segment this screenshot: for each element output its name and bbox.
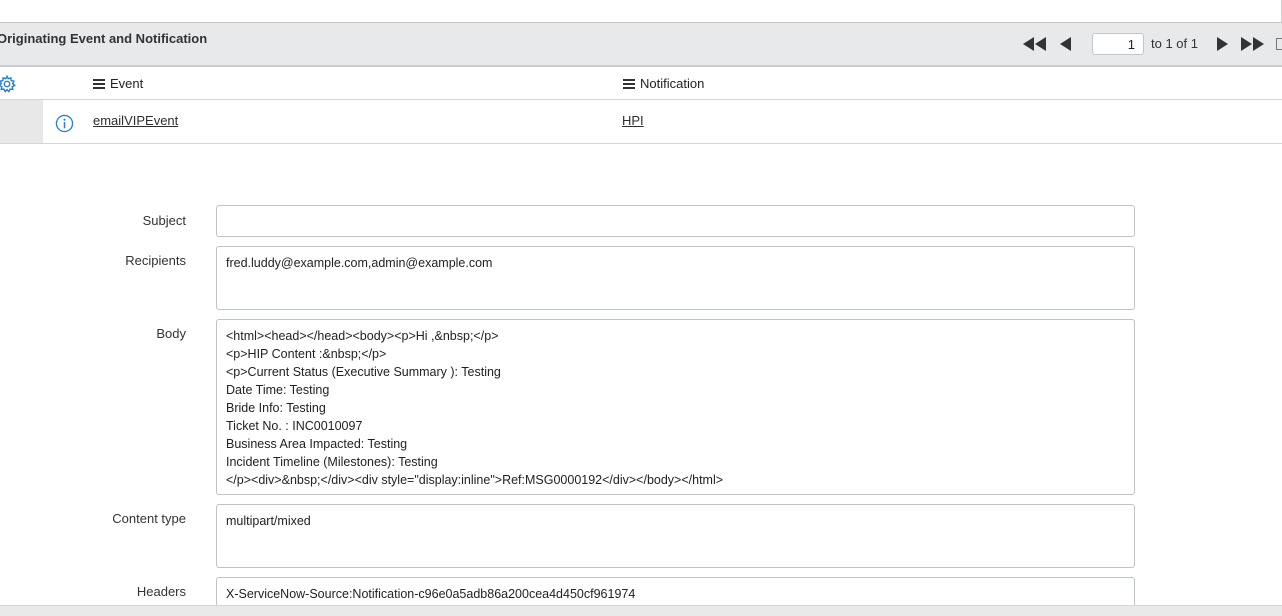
related-list-title: Originating Event and Notification bbox=[0, 31, 208, 46]
content-type-field[interactable]: multipart/mixed bbox=[216, 504, 1135, 568]
notification-link[interactable]: HPI bbox=[622, 113, 644, 128]
info-icon[interactable] bbox=[55, 114, 74, 133]
gear-icon[interactable] bbox=[0, 75, 16, 93]
list-column-header: Event Notification bbox=[0, 67, 1282, 100]
event-link[interactable]: emailVIPEvent bbox=[93, 113, 178, 128]
horizontal-scrollbar[interactable] bbox=[0, 605, 1282, 616]
body-label: Body bbox=[156, 326, 186, 341]
next-page-icon[interactable] bbox=[1216, 37, 1228, 51]
page-number-input[interactable] bbox=[1092, 33, 1144, 55]
subject-field[interactable] bbox=[216, 205, 1135, 237]
column-header-notification[interactable]: Notification bbox=[623, 76, 704, 91]
column-label-notification: Notification bbox=[640, 76, 705, 91]
body-field[interactable]: <html><head></head><body><p>Hi ,&nbsp;</… bbox=[216, 319, 1135, 495]
recipients-field[interactable]: fred.luddy@example.com,admin@example.com bbox=[216, 246, 1135, 310]
top-toolbar-strip bbox=[0, 0, 1282, 23]
row-select-cell[interactable] bbox=[0, 100, 43, 143]
hamburger-icon[interactable] bbox=[623, 78, 635, 89]
column-header-event[interactable]: Event bbox=[93, 76, 143, 91]
subject-label: Subject bbox=[142, 213, 186, 228]
column-label-event: Event bbox=[110, 76, 144, 91]
headers-label: Headers bbox=[136, 584, 186, 599]
related-list-header: Originating Event and Notification to 1 … bbox=[0, 23, 1282, 67]
first-page-icon[interactable] bbox=[1023, 37, 1047, 51]
page-range-text: to 1 of 1 bbox=[1151, 36, 1198, 51]
list-options-icon[interactable] bbox=[1276, 38, 1282, 50]
recipients-label: Recipients bbox=[125, 253, 186, 268]
hamburger-icon[interactable] bbox=[93, 78, 105, 89]
last-page-icon[interactable] bbox=[1240, 37, 1264, 51]
table-row: emailVIPEvent HPI bbox=[0, 100, 1282, 144]
content-type-label: Content type bbox=[112, 511, 186, 526]
previous-page-icon[interactable] bbox=[1060, 37, 1072, 51]
